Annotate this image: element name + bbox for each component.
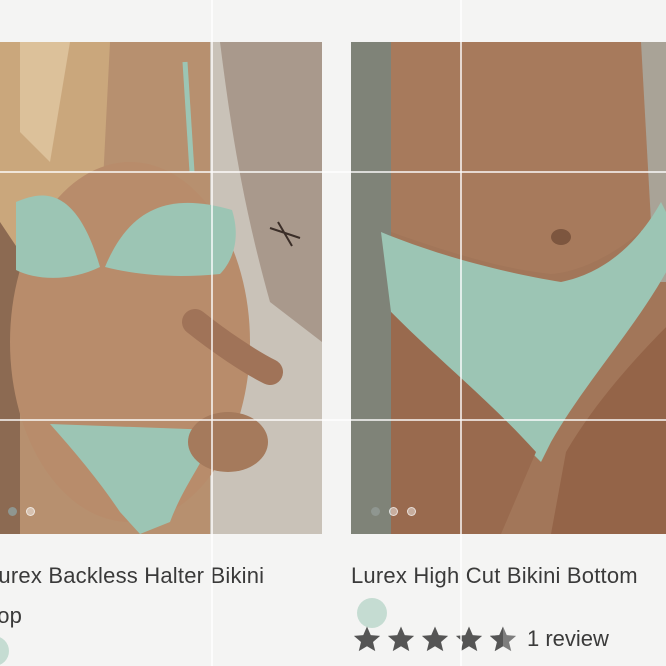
rating-stars [351, 624, 519, 654]
product-photo [0, 42, 322, 534]
pagination-dot[interactable] [407, 507, 416, 516]
color-swatch[interactable] [0, 636, 9, 666]
image-pagination [371, 507, 416, 516]
image-pagination [8, 507, 35, 516]
star-full-icon [387, 626, 415, 652]
review-count-link[interactable]: 1 review [527, 626, 609, 652]
product-title[interactable]: Lurex Backless Halter Bikini Top [0, 556, 286, 636]
star-full-icon [455, 626, 483, 652]
product-title[interactable]: Lurex High Cut Bikini Bottom [351, 556, 666, 596]
pagination-dot[interactable] [389, 507, 398, 516]
product-image-high-cut-bottom[interactable] [351, 42, 666, 534]
product-photo [351, 42, 666, 534]
star-half-icon [489, 626, 517, 652]
star-full-icon [353, 626, 381, 652]
pagination-dot-active[interactable] [371, 507, 380, 516]
pagination-dot[interactable] [26, 507, 35, 516]
product-image-halter-top[interactable] [0, 42, 322, 534]
star-full-icon [421, 626, 449, 652]
pagination-dot-active[interactable] [8, 507, 17, 516]
product-rating[interactable]: 1 review [351, 624, 609, 654]
